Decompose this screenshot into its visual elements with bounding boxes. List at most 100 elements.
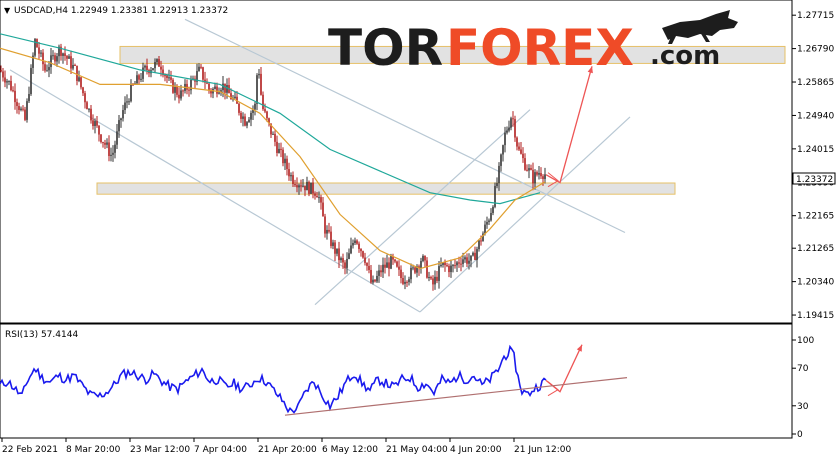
candle-body xyxy=(500,154,502,166)
candle-body xyxy=(264,109,266,112)
candle-body xyxy=(118,120,120,132)
candle-body xyxy=(310,182,312,194)
rsi-tick-label: 0 xyxy=(797,430,803,440)
price-tick-label: 1.24940 xyxy=(797,111,834,121)
candle-body xyxy=(50,55,52,68)
candle-body xyxy=(66,56,68,59)
candle-body xyxy=(490,212,492,221)
candle-body xyxy=(280,148,282,150)
candle-body xyxy=(96,121,98,126)
candle-body xyxy=(288,169,290,177)
candle-body xyxy=(308,181,310,194)
candle-body xyxy=(494,186,496,207)
candle-body xyxy=(22,108,24,110)
candle-body xyxy=(380,270,382,273)
candle-body xyxy=(478,240,480,250)
candle-body xyxy=(522,153,524,159)
candle-body xyxy=(296,185,298,188)
candle-body xyxy=(388,262,390,269)
candle-body xyxy=(144,65,146,68)
candle-body xyxy=(64,53,66,57)
candle-body xyxy=(476,249,478,260)
candle-body xyxy=(364,257,366,263)
time-tick-label: 7 Apr 04:00 xyxy=(194,445,247,455)
candle-body xyxy=(166,75,168,78)
candle-body xyxy=(198,66,200,72)
candle-body xyxy=(284,158,286,164)
candle-body xyxy=(76,65,78,81)
price-tick-label: 1.26790 xyxy=(797,45,834,55)
candle-body xyxy=(158,59,160,67)
time-tick-label: 4 Jun 20:00 xyxy=(450,445,502,455)
candle-body xyxy=(420,261,422,269)
logo-text-tor: TOR xyxy=(328,19,443,77)
candle-body xyxy=(338,248,340,261)
candle-body xyxy=(272,133,274,135)
candle-body xyxy=(536,172,538,175)
candle-body xyxy=(216,86,218,94)
candle-body xyxy=(202,67,204,80)
candle-body xyxy=(474,252,476,260)
candle-body xyxy=(528,168,530,171)
candle-body xyxy=(78,77,80,81)
candle-body xyxy=(290,175,292,177)
price-tick-label: 1.21265 xyxy=(797,244,834,254)
candle-body xyxy=(410,267,412,280)
candle-body xyxy=(174,86,176,93)
candle-body xyxy=(206,82,208,84)
candle-body xyxy=(306,181,308,191)
candle-body xyxy=(124,102,126,111)
candle-body xyxy=(400,269,402,279)
candle-body xyxy=(54,55,56,62)
candle-body xyxy=(26,101,28,120)
candle-body xyxy=(424,255,426,261)
candle-body xyxy=(390,255,392,269)
candle-body xyxy=(408,279,410,283)
candle-body xyxy=(502,145,504,155)
candle-body xyxy=(136,75,138,84)
candle-body xyxy=(56,56,58,62)
candle-body xyxy=(486,222,488,225)
candle-body xyxy=(314,193,316,196)
candle-body xyxy=(436,276,438,281)
candle-body xyxy=(94,121,96,126)
candle-body xyxy=(362,251,364,258)
candle-body xyxy=(428,277,430,279)
candle-body xyxy=(282,149,284,164)
candle-body xyxy=(440,264,442,267)
candle-body xyxy=(82,87,84,94)
candle-body xyxy=(534,172,536,184)
candle-body xyxy=(44,64,46,71)
candle-body xyxy=(46,70,48,72)
candle-body xyxy=(318,197,320,199)
candle-body xyxy=(90,108,92,121)
candle-body xyxy=(234,96,236,99)
candle-body xyxy=(450,265,452,273)
candle-body xyxy=(218,92,220,94)
logo-text-com: .com xyxy=(650,41,720,71)
candle-body xyxy=(120,118,122,121)
candle-body xyxy=(62,53,64,56)
candle-body xyxy=(382,264,384,273)
candle-body xyxy=(10,80,12,91)
candle-body xyxy=(304,185,306,191)
candle-body xyxy=(110,154,112,157)
candle-body xyxy=(356,240,358,244)
candle-body xyxy=(396,261,398,267)
candle-body xyxy=(520,149,522,154)
candle-body xyxy=(188,89,190,91)
price-axis: 1.277151.267901.258651.249401.240151.230… xyxy=(792,11,834,321)
time-tick-label: 6 May 12:00 xyxy=(322,445,378,455)
candle-body xyxy=(18,106,20,110)
collapse-triangle-icon[interactable]: ▼ xyxy=(4,6,11,15)
candle-body xyxy=(346,258,348,268)
candle-body xyxy=(316,195,318,198)
candle-body xyxy=(242,116,244,119)
candle-body xyxy=(214,86,216,89)
candle-body xyxy=(334,242,336,254)
candle-body xyxy=(154,62,156,69)
candle-body xyxy=(100,134,102,143)
candle-body xyxy=(180,90,182,99)
candle-body xyxy=(360,248,362,252)
candle-body xyxy=(182,90,184,92)
